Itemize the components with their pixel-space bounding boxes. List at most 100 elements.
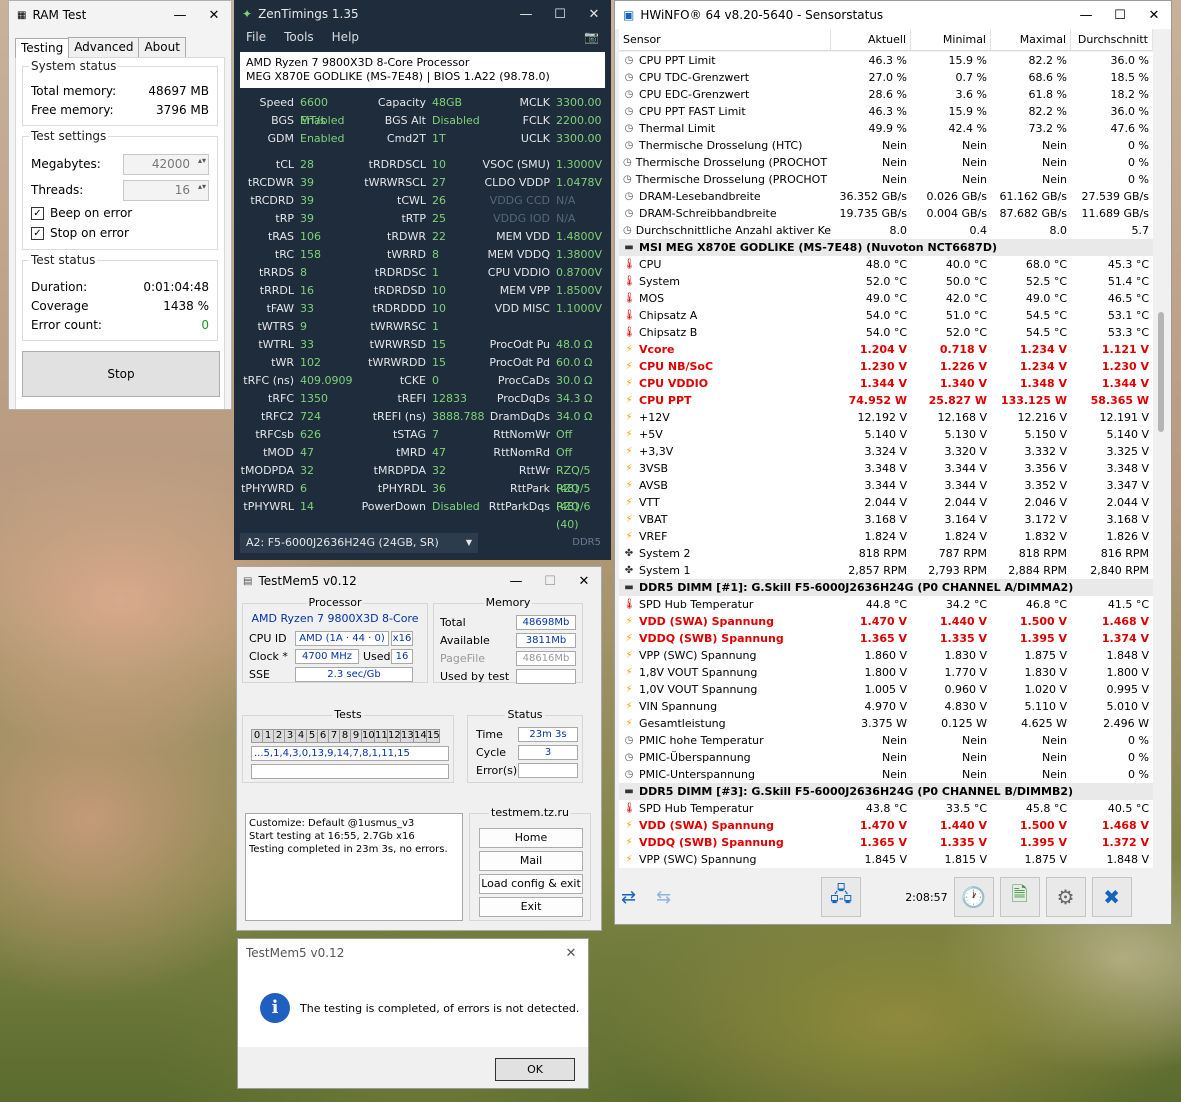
sensor-row[interactable]: ⚡ VREF 1.824 V 1.824 V 1.832 V 1.826 V [619, 528, 1153, 545]
sensor-row[interactable]: ⚡ CPU NB/SoC 1.230 V 1.226 V 1.234 V 1.230 V [619, 358, 1153, 375]
camera-icon[interactable]: 📷 [584, 30, 599, 44]
arrows-left-right-icon[interactable]: ⇄ [621, 887, 636, 908]
sensor-row[interactable]: 🌡 SPD Hub Temperatur 43.8 °C 33.5 °C 45.8 °C… [619, 800, 1153, 817]
threads-input[interactable]: 16 [123, 179, 209, 201]
sensor-row[interactable]: ✤ System 2 818 RPM 787 RPM 818 RPM 816 RPM [619, 545, 1153, 562]
close-button[interactable]: ✕ [577, 7, 611, 22]
sensor-row[interactable]: ⚡ CPU VDDIO 1.344 V 1.340 V 1.348 V 1.344 V [619, 375, 1153, 392]
sensor-row[interactable]: ⚡ VDD (SWA) Spannung 1.470 V 1.440 V 1.500 V… [619, 613, 1153, 630]
sensor-row[interactable]: ◷Thermische Drosselung (PROCHOT EXT) Nein… [619, 171, 1153, 188]
close-button[interactable]: ✕ [1137, 8, 1171, 23]
sensor-row[interactable]: 🌡 Chipsatz A 54.0 °C 51.0 °C 54.5 °C 53.1 °C [619, 307, 1153, 324]
minimize-button[interactable]: — [163, 8, 197, 23]
ok-button[interactable]: OK [495, 1058, 575, 1081]
sensor-row[interactable]: ⚡ +3,3V 3.324 V 3.320 V 3.332 V 3.325 V [619, 443, 1153, 460]
close-icon[interactable]: ✖ [1091, 877, 1132, 917]
sensor-row[interactable]: ◷ CPU EDC-Grenzwert 28.6 % 3.6 % 61.8 % 18.2 … [619, 86, 1153, 103]
col-current[interactable]: Aktuell [831, 29, 911, 51]
sensor-row[interactable]: ⚡ +12V 12.192 V 12.168 V 12.216 V 12.191 V [619, 409, 1153, 426]
sensor-row[interactable]: ◷ Thermische Drosselung (HTC) Nein Nein Nein… [619, 137, 1153, 154]
sensor-row[interactable]: ◷ PMIC-Unterspannung Nein Nein Nein 0 % [619, 766, 1153, 783]
stop-on-error-checkbox[interactable]: ✓ Stop on error [31, 223, 209, 243]
test-log[interactable]: Customize: Default @1usmus_v3 Start test… [245, 813, 463, 921]
value-min: 1.226 V [939, 360, 987, 373]
tab-testing[interactable]: Testing [15, 38, 70, 58]
sensor-row[interactable]: ⚡ VPP (SWC) Spannung 1.845 V 1.815 V 1.875 V… [619, 851, 1153, 868]
tab-advanced[interactable]: Advanced [68, 37, 140, 57]
sensor-row[interactable]: ⚡ VDDQ (SWB) Spannung 1.365 V 1.335 V 1.395 … [619, 834, 1153, 851]
minimize-button[interactable]: — [509, 7, 543, 22]
sensor-group-header[interactable]: ▬ MSI MEG X870E GODLIKE (MS-7E48) (Nuvoto… [619, 239, 1153, 256]
sensor-row[interactable]: ⚡ 3VSB 3.348 V 3.344 V 3.356 V 3.348 V [619, 460, 1153, 477]
timing-label: RttWr [518, 464, 550, 477]
sensor-row[interactable]: ⚡ +5V 5.140 V 5.130 V 5.150 V 5.140 V [619, 426, 1153, 443]
sensor-name: Thermische Drosselung (PROCHOT EXT) [635, 173, 831, 186]
close-button[interactable]: ✕ [554, 946, 588, 961]
sensor-row[interactable]: 🌡 Chipsatz B 54.0 °C 52.0 °C 54.5 °C 53.3 °C [619, 324, 1153, 341]
col-max[interactable]: Maximal [991, 29, 1071, 51]
report-icon[interactable]: 🗎 [999, 877, 1040, 917]
sensor-row[interactable]: ⚡ VDD (SWA) Spannung 1.470 V 1.440 V 1.500 V… [619, 817, 1153, 834]
sensor-name-cell: ⚡ AVSB [619, 477, 831, 494]
sensor-row[interactable]: ⚡ VIN Spannung 4.970 V 4.830 V 5.110 V 5.010 … [619, 698, 1153, 715]
mail-button[interactable]: Mail [479, 851, 583, 871]
minimize-button[interactable]: — [499, 574, 533, 589]
hw-scrollbar[interactable] [1155, 52, 1167, 868]
beep-on-error-checkbox[interactable]: ✓ Beep on error [31, 203, 209, 223]
sensor-group-header[interactable]: ▬ DDR5 DIMM [#3]: G.Skill F5-6000J2636H24… [619, 783, 1153, 800]
hw-scrollbar-thumb[interactable] [1158, 312, 1164, 432]
sensor-row[interactable]: ◷ Thermal Limit 49.9 % 42.4 % 73.2 % 47.6 % [619, 120, 1153, 137]
sensor-name: VPP (SWC) Spannung [639, 853, 757, 866]
check-icon: ✓ [31, 206, 44, 220]
gear-icon[interactable]: ⚙ [1045, 877, 1086, 917]
sensor-row[interactable]: ◷ DRAM-Lesebandbreite 36.352 GB/s 0.026 GB/… [619, 188, 1153, 205]
sensor-row[interactable]: ◷ Durchschnittliche Anzahl aktiver Kerne 8… [619, 222, 1153, 239]
sensor-row[interactable]: 🌡 SPD Hub Temperatur 44.8 °C 34.2 °C 46.8 °C… [619, 596, 1153, 613]
arrows-collapse-icon[interactable]: ⇆ [656, 887, 671, 908]
maximize-button[interactable]: ☐ [1103, 8, 1137, 23]
maximize-button[interactable]: ☐ [543, 7, 577, 22]
sensor-row[interactable]: ⚡ CPU PPT 74.952 W 25.827 W 133.125 W 58.365 … [619, 392, 1153, 409]
clock-icon[interactable]: 🕐 [953, 877, 994, 917]
minimize-button[interactable]: — [1069, 8, 1103, 23]
sensor-row[interactable]: ⚡ VTT 2.044 V 2.044 V 2.046 V 2.044 V [619, 494, 1153, 511]
close-button[interactable]: ✕ [197, 8, 231, 23]
sensor-row[interactable]: ◷ PMIC-Überspannung Nein Nein Nein 0 % [619, 749, 1153, 766]
sensor-row[interactable]: ⚡ VBAT 3.168 V 3.164 V 3.172 V 3.168 V [619, 511, 1153, 528]
exit-button[interactable]: Exit [479, 897, 583, 917]
tab-about[interactable]: About [138, 37, 186, 57]
sensor-row[interactable]: 🌡 CPU 48.0 °C 40.0 °C 68.0 °C 45.3 °C [619, 256, 1153, 273]
close-button[interactable]: ✕ [567, 574, 601, 589]
sensor-row[interactable]: ⚡ Vcore 1.204 V 0.718 V 1.234 V 1.121 V [619, 341, 1153, 358]
col-min[interactable]: Minimal [911, 29, 991, 51]
megabytes-input[interactable]: 42000 [123, 153, 209, 175]
stop-button[interactable]: Stop [22, 351, 220, 397]
load-config-exit-button[interactable]: Load config & exit [479, 874, 583, 894]
home-button[interactable]: Home [479, 828, 583, 848]
sensor-group-header[interactable]: ▬ DDR5 DIMM [#1]: G.Skill F5-6000J2636H24… [619, 579, 1153, 596]
sensor-row[interactable]: ◷ CPU TDC-Grenzwert 27.0 % 0.7 % 68.6 % 18.5 … [619, 69, 1153, 86]
network-icon[interactable]: 🖧 [821, 877, 862, 917]
sensor-row[interactable]: ◷ PMIC hohe Temperatur Nein Nein Nein 0 % [619, 732, 1153, 749]
sensor-row[interactable]: ◷ CPU PPT FAST Limit 46.3 % 15.9 % 82.2 % 36.… [619, 103, 1153, 120]
dimm-select[interactable]: A2: F5-6000J2636H24G (24GB, SR) ▼ [240, 533, 478, 553]
menu-help[interactable]: Help [332, 30, 359, 44]
sensor-row[interactable]: ◷ DRAM-Schreibbandbreite 19.735 GB/s 0.004 … [619, 205, 1153, 222]
sensor-row[interactable]: ⚡ VDDQ (SWB) Spannung 1.365 V 1.335 V 1.395 … [619, 630, 1153, 647]
sensor-row[interactable]: ⚡ VPP (SWC) Spannung 1.860 V 1.830 V 1.875 V… [619, 647, 1153, 664]
col-sensor[interactable]: Sensor [619, 29, 831, 51]
ramtest-panel: System status Total memory: 48697 MB Free… [15, 57, 225, 409]
col-avg[interactable]: Durchschnitt [1071, 29, 1153, 51]
sensor-row[interactable]: ⚡ AVSB 3.344 V 3.344 V 3.352 V 3.347 V [619, 477, 1153, 494]
sensor-row[interactable]: ◷ CPU PPT Limit 46.3 % 15.9 % 82.2 % 36.0 % [619, 52, 1153, 69]
sensor-row[interactable]: 🌡 MOS 49.0 °C 42.0 °C 49.0 °C 46.5 °C [619, 290, 1153, 307]
sensor-row[interactable]: ⚡ Gesamtleistung 3.375 W 0.125 W 4.625 W 2.49… [619, 715, 1153, 732]
sensor-row[interactable]: ⚡ 1,0V VOUT Spannung 1.005 V 0.960 V 1.020 V… [619, 681, 1153, 698]
sensor-row[interactable]: ◷ Thermische Drosselung (PROCHOT C... Nein… [619, 154, 1153, 171]
sensor-row[interactable]: ✤ System 1 2,857 RPM 2,793 RPM 2,884 RPM 2,84… [619, 562, 1153, 579]
sensor-row[interactable]: ⚡ 1,8V VOUT Spannung 1.800 V 1.770 V 1.830 V… [619, 664, 1153, 681]
menu-file[interactable]: File [246, 30, 266, 44]
sensor-row[interactable]: 🌡 System 52.0 °C 50.0 °C 52.5 °C 51.4 °C [619, 273, 1153, 290]
bolt-icon: ⚡ [625, 684, 633, 695]
menu-tools[interactable]: Tools [284, 30, 314, 44]
